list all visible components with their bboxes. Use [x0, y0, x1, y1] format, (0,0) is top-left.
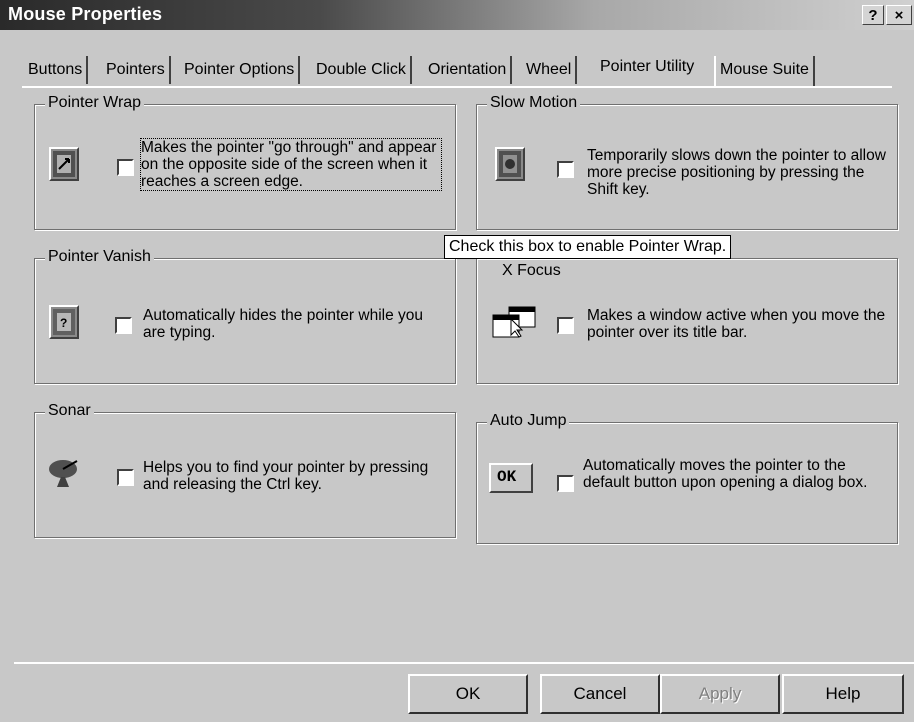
x-focus-description: Makes a window active when you move the … — [587, 307, 886, 341]
x-focus-icon — [491, 305, 539, 339]
apply-button[interactable]: Apply — [660, 674, 780, 714]
tab-pointer-options[interactable]: Pointer Options — [184, 56, 301, 84]
auto-jump-checkbox[interactable] — [557, 475, 574, 492]
slow-motion-description: Temporarily slows down the pointer to al… — [587, 147, 886, 198]
sonar-description: Helps you to find your pointer by pressi… — [143, 459, 429, 493]
pointer-vanish-icon: ? — [49, 305, 79, 339]
auto-jump-description: Automatically moves the pointer to the d… — [583, 457, 868, 491]
close-title-button[interactable]: × — [886, 5, 912, 25]
pointer-vanish-description: Automatically hides the pointer while yo… — [143, 307, 424, 341]
slow-motion-icon — [495, 147, 525, 181]
help-button-label: Help — [825, 684, 861, 703]
tab-orientation[interactable]: Orientation — [428, 56, 513, 84]
pointer-vanish-title: Pointer Vanish — [45, 248, 154, 266]
tab-pointers[interactable]: Pointers — [106, 56, 171, 84]
sonar-group: Sonar Helps you to find your pointer by … — [34, 402, 456, 538]
tab-pointer-utility[interactable]: Pointer Utility — [600, 50, 699, 86]
x-focus-group: X Focus Makes a window active when you m… — [476, 258, 898, 384]
slow-motion-title: Slow Motion — [487, 94, 581, 112]
help-title-button[interactable]: ? — [862, 5, 884, 25]
ok-button[interactable]: OK — [408, 674, 528, 714]
pointer-wrap-checkbox[interactable] — [117, 159, 134, 176]
auto-jump-group: Auto Jump OK Automatically moves the poi… — [476, 412, 898, 544]
pointer-vanish-group: Pointer Vanish ? Automatically hides the… — [34, 248, 456, 384]
window-title: Mouse Properties — [8, 4, 163, 24]
auto-jump-title: Auto Jump — [487, 412, 570, 430]
pointer-wrap-title: Pointer Wrap — [45, 94, 145, 112]
ok-button-label: OK — [455, 684, 481, 703]
tab-double-click[interactable]: Double Click — [316, 56, 412, 84]
x-focus-checkbox[interactable] — [557, 317, 574, 334]
bottom-separator — [14, 662, 914, 664]
x-focus-title: X Focus — [499, 262, 564, 280]
tab-wheel[interactable]: Wheel — [526, 56, 578, 84]
auto-jump-ok-icon: OK — [489, 463, 533, 493]
cancel-button-label: Cancel — [573, 684, 627, 703]
sonar-checkbox[interactable] — [117, 469, 134, 486]
tab-divider — [22, 86, 892, 88]
tab-buttons[interactable]: Buttons — [28, 56, 89, 84]
slow-motion-group: Slow Motion Temporarily slows down the p… — [476, 94, 898, 230]
svg-text:?: ? — [60, 316, 67, 330]
title-bar: Mouse Properties ? × — [0, 0, 914, 30]
pointer-wrap-icon — [49, 147, 79, 181]
pointer-wrap-group: Pointer Wrap Makes the pointer "go throu… — [34, 94, 456, 230]
apply-button-label: Apply — [698, 684, 742, 703]
sonar-dish-icon — [47, 455, 87, 489]
pointer-wrap-tooltip: Check this box to enable Pointer Wrap. — [444, 235, 732, 259]
auto-jump-icon-label: OK — [497, 468, 517, 486]
help-button[interactable]: Help — [782, 674, 904, 714]
pointer-vanish-checkbox[interactable] — [115, 317, 132, 334]
slow-motion-checkbox[interactable] — [557, 161, 574, 178]
tab-mouse-suite[interactable]: Mouse Suite — [714, 56, 815, 88]
pointer-wrap-description: Makes the pointer "go through" and appea… — [140, 138, 442, 191]
sonar-title: Sonar — [45, 402, 94, 420]
cancel-button[interactable]: Cancel — [540, 674, 660, 714]
